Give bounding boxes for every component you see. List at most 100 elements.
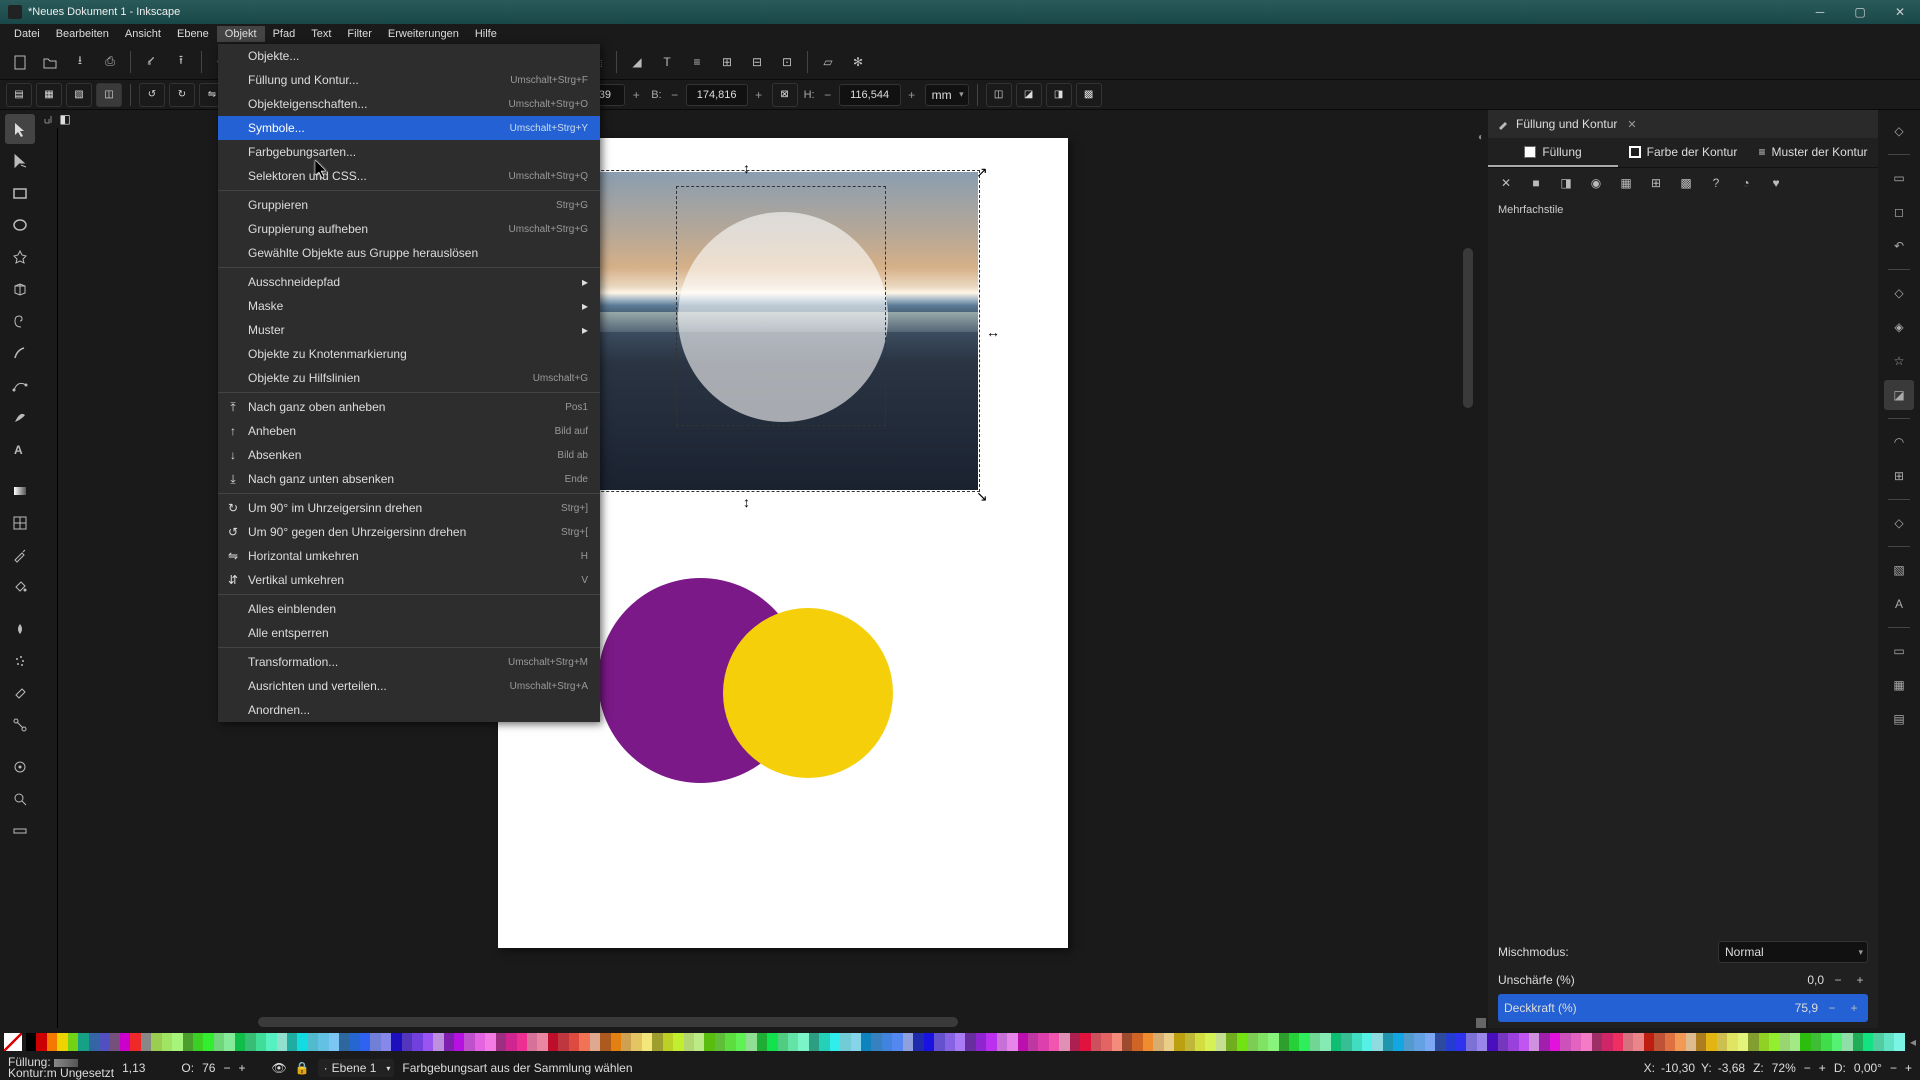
handle-t[interactable]: ↕ — [743, 160, 750, 176]
palette-swatch[interactable] — [809, 1033, 819, 1051]
sb-visibility-icon[interactable]: 👁 — [271, 1061, 286, 1075]
palette-swatch[interactable] — [704, 1033, 714, 1051]
palette-swatch[interactable] — [1435, 1033, 1445, 1051]
palette-swatch[interactable] — [642, 1033, 652, 1051]
palette-swatch[interactable] — [1320, 1033, 1330, 1051]
palette-swatch[interactable] — [778, 1033, 788, 1051]
menu-object[interactable]: Objekt — [217, 26, 265, 42]
ruler-vertical[interactable] — [40, 128, 58, 1028]
palette-swatch[interactable] — [110, 1033, 120, 1051]
dock-sel[interactable]: ☆ — [1884, 346, 1914, 376]
menu-view[interactable]: Ansicht — [117, 26, 169, 42]
palette-swatch[interactable] — [798, 1033, 808, 1051]
palette-swatch[interactable] — [527, 1033, 537, 1051]
palette-swatch[interactable] — [600, 1033, 610, 1051]
ruler-corner[interactable] — [40, 110, 58, 128]
menu-item[interactable]: Objekte... — [218, 44, 600, 68]
sb-zoom-inc[interactable]: + — [1819, 1061, 1826, 1075]
palette-swatch[interactable] — [1696, 1033, 1706, 1051]
palette-swatch[interactable] — [496, 1033, 506, 1051]
palette-swatch[interactable] — [986, 1033, 996, 1051]
palette-swatch[interactable] — [1717, 1033, 1727, 1051]
palette-swatch[interactable] — [1800, 1033, 1810, 1051]
palette-swatch[interactable] — [99, 1033, 109, 1051]
menu-item[interactable]: ↻Um 90° im Uhrzeigersinn drehenStrg+] — [218, 496, 600, 520]
palette-swatch[interactable] — [1592, 1033, 1602, 1051]
paint-mesh[interactable]: ▩ — [1674, 171, 1698, 195]
toggle-selection-button[interactable]: ◫ — [96, 83, 122, 107]
menu-item[interactable]: Füllung und Kontur...Umschalt+Strg+F — [218, 68, 600, 92]
close-button[interactable]: ✕ — [1880, 0, 1920, 24]
vscrollbar[interactable] — [1462, 128, 1474, 1016]
yellow-circle[interactable] — [723, 608, 893, 778]
rect-tool[interactable] — [5, 178, 35, 208]
transform-button[interactable]: ⊡ — [773, 48, 801, 76]
palette-swatch[interactable] — [130, 1033, 140, 1051]
palette-swatch[interactable] — [89, 1033, 99, 1051]
dock-new-doc[interactable]: ◇ — [1884, 116, 1914, 146]
palette-swatch[interactable] — [1216, 1033, 1226, 1051]
selector-tool[interactable] — [5, 114, 35, 144]
palette-swatch[interactable] — [1185, 1033, 1195, 1051]
align-button[interactable]: ⊟ — [743, 48, 771, 76]
spiral-tool[interactable] — [5, 306, 35, 336]
palette-swatch[interactable] — [1205, 1033, 1215, 1051]
transform-corners-button[interactable]: ◪ — [1016, 83, 1042, 107]
guide-lock[interactable]: ◧ — [58, 110, 72, 128]
palette-swatch[interactable] — [1299, 1033, 1309, 1051]
xml-button[interactable]: ⊞ — [713, 48, 741, 76]
palette-swatch[interactable] — [1018, 1033, 1028, 1051]
palette-swatch[interactable] — [736, 1033, 746, 1051]
paint-pattern[interactable]: ▦ — [1614, 171, 1638, 195]
connector-tool[interactable] — [5, 710, 35, 740]
palette-swatch[interactable] — [1842, 1033, 1852, 1051]
menu-file[interactable]: Datei — [6, 26, 48, 42]
menu-item[interactable]: Selektoren und CSS...Umschalt+Strg+Q — [218, 164, 600, 188]
palette-swatch[interactable] — [1602, 1033, 1612, 1051]
eraser-tool[interactable] — [5, 678, 35, 708]
palette-swatch[interactable] — [266, 1033, 276, 1051]
menu-item[interactable]: ↺Um 90° gegen den Uhrzeigersinn drehenSt… — [218, 520, 600, 544]
tab-stroke-paint[interactable]: Farbe der Kontur — [1618, 138, 1748, 167]
palette-swatch[interactable] — [631, 1033, 641, 1051]
palette-swatch[interactable] — [1080, 1033, 1090, 1051]
palette-swatch[interactable] — [1686, 1033, 1696, 1051]
palette-swatch[interactable] — [360, 1033, 370, 1051]
palette-swatch[interactable] — [840, 1033, 850, 1051]
palette-swatch[interactable] — [485, 1033, 495, 1051]
palette-swatch[interactable] — [903, 1033, 913, 1051]
new-button[interactable] — [6, 48, 34, 76]
palette-swatch[interactable] — [1873, 1033, 1883, 1051]
sb-lock-icon[interactable]: 🔒 — [295, 1061, 310, 1075]
tab-stroke-style[interactable]: ≡Muster der Kontur — [1748, 138, 1878, 167]
color-palette[interactable]: ◂ — [0, 1028, 1920, 1056]
menu-item[interactable]: Ausrichten und verteilen...Umschalt+Strg… — [218, 674, 600, 698]
sb-fillstroke[interactable]: Füllung: Kontur:m Ungesetzt — [8, 1057, 114, 1079]
paint-none[interactable]: ✕ — [1494, 171, 1518, 195]
menu-item[interactable]: ⤓Nach ganz unten absenkenEnde — [218, 467, 600, 491]
menu-item[interactable]: Maske▸ — [218, 294, 600, 318]
dock-objprops[interactable]: ◠ — [1884, 427, 1914, 457]
blur-inc[interactable]: + — [1852, 973, 1868, 987]
menu-item[interactable]: GruppierenStrg+G — [218, 193, 600, 217]
palette-swatch[interactable] — [141, 1033, 151, 1051]
star-tool[interactable] — [5, 242, 35, 272]
palette-swatch[interactable] — [1456, 1033, 1466, 1051]
palette-swatch[interactable] — [1195, 1033, 1205, 1051]
sb-stroke-width[interactable]: 1,13 — [122, 1061, 145, 1075]
opacity-dec[interactable]: − — [1824, 1001, 1840, 1015]
palette-swatch[interactable] — [1362, 1033, 1372, 1051]
palette-swatch[interactable] — [1665, 1033, 1675, 1051]
transform-gradient-button[interactable]: ◨ — [1046, 83, 1072, 107]
bucket-tool[interactable] — [5, 572, 35, 602]
menu-item[interactable]: Objekteigenschaften...Umschalt+Strg+O — [218, 92, 600, 116]
palette-swatch[interactable] — [444, 1033, 454, 1051]
dock-save[interactable]: ◻ — [1884, 197, 1914, 227]
palette-swatch[interactable] — [955, 1033, 965, 1051]
palette-swatch[interactable] — [1706, 1033, 1716, 1051]
palette-swatch[interactable] — [1414, 1033, 1424, 1051]
palette-swatch[interactable] — [1581, 1033, 1591, 1051]
palette-swatch[interactable] — [1550, 1033, 1560, 1051]
palette-swatch[interactable] — [297, 1033, 307, 1051]
menu-item[interactable]: Alle entsperren — [218, 621, 600, 645]
